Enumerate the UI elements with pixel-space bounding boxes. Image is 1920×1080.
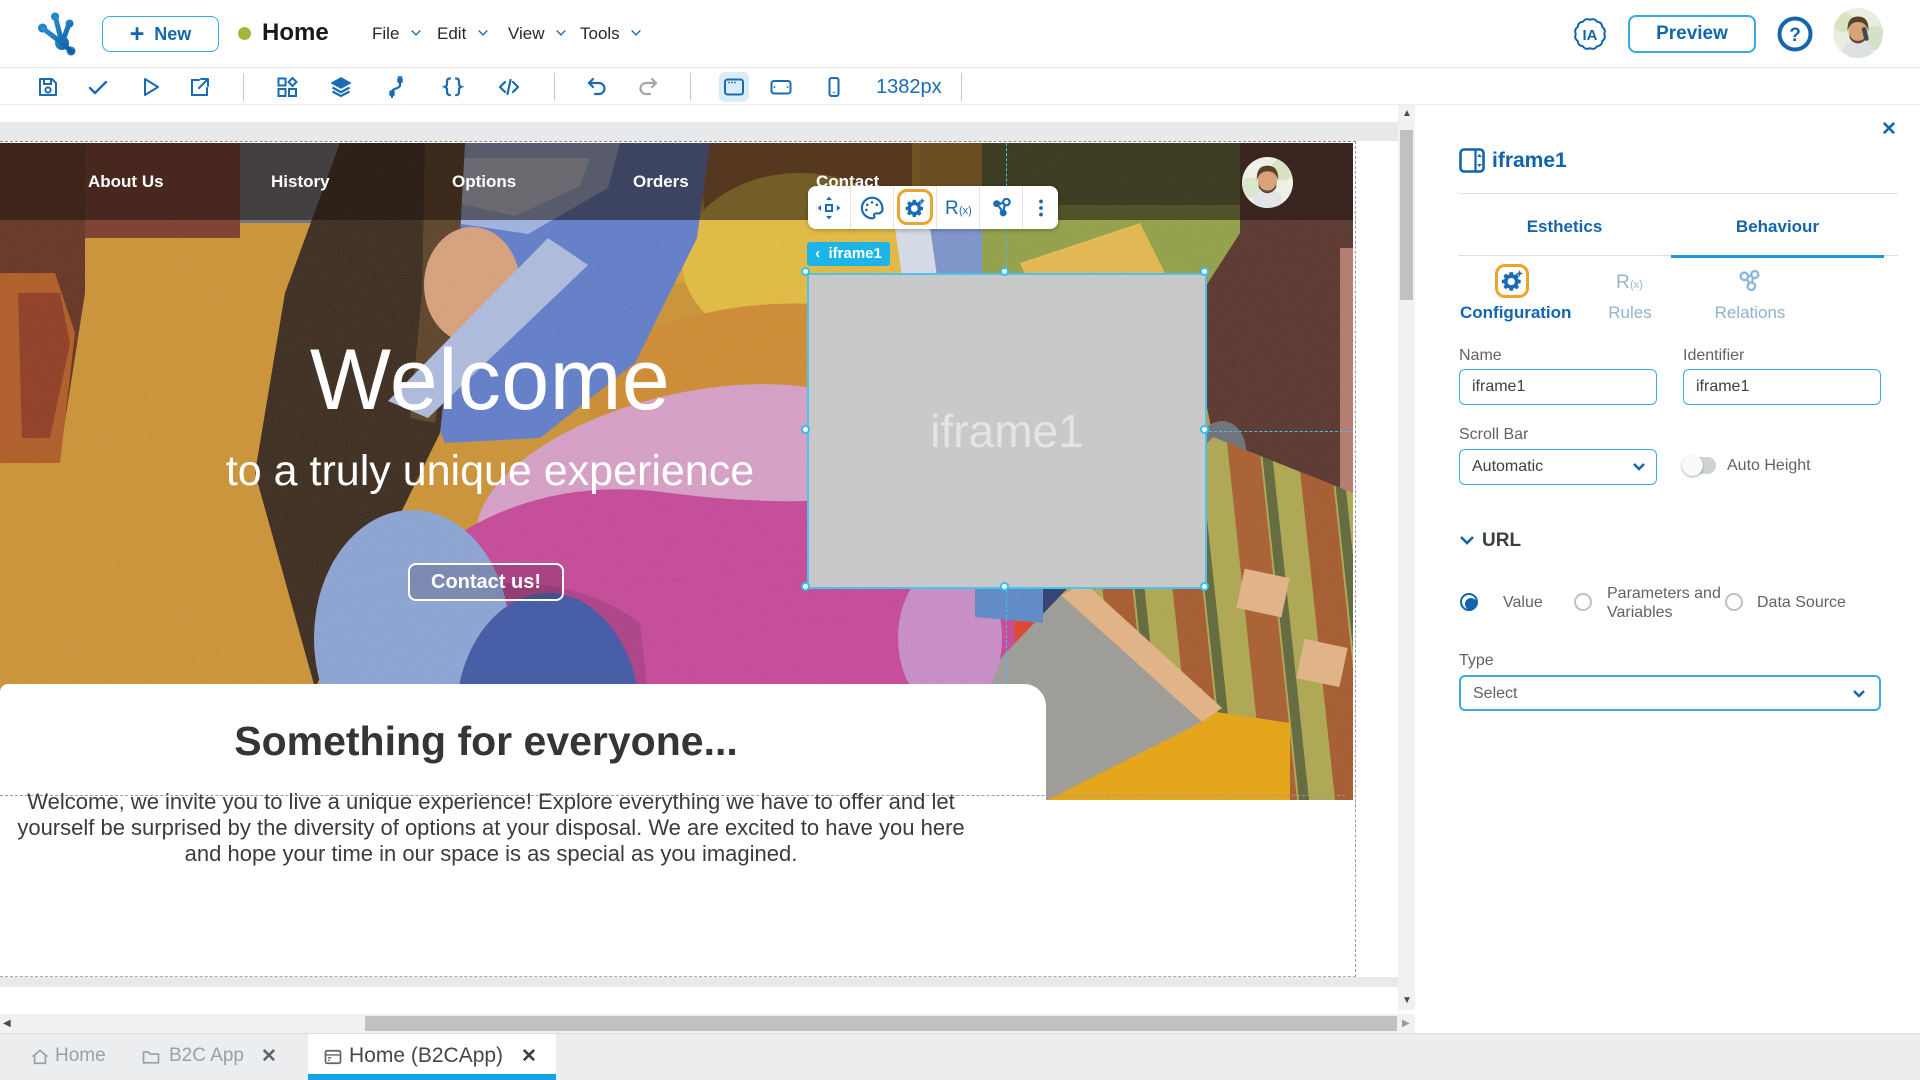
svg-text:(x): (x) — [1630, 279, 1643, 291]
svg-text:?: ? — [1789, 25, 1801, 46]
svg-text:IA: IA — [1583, 27, 1598, 44]
svg-text:R: R — [1616, 272, 1630, 293]
